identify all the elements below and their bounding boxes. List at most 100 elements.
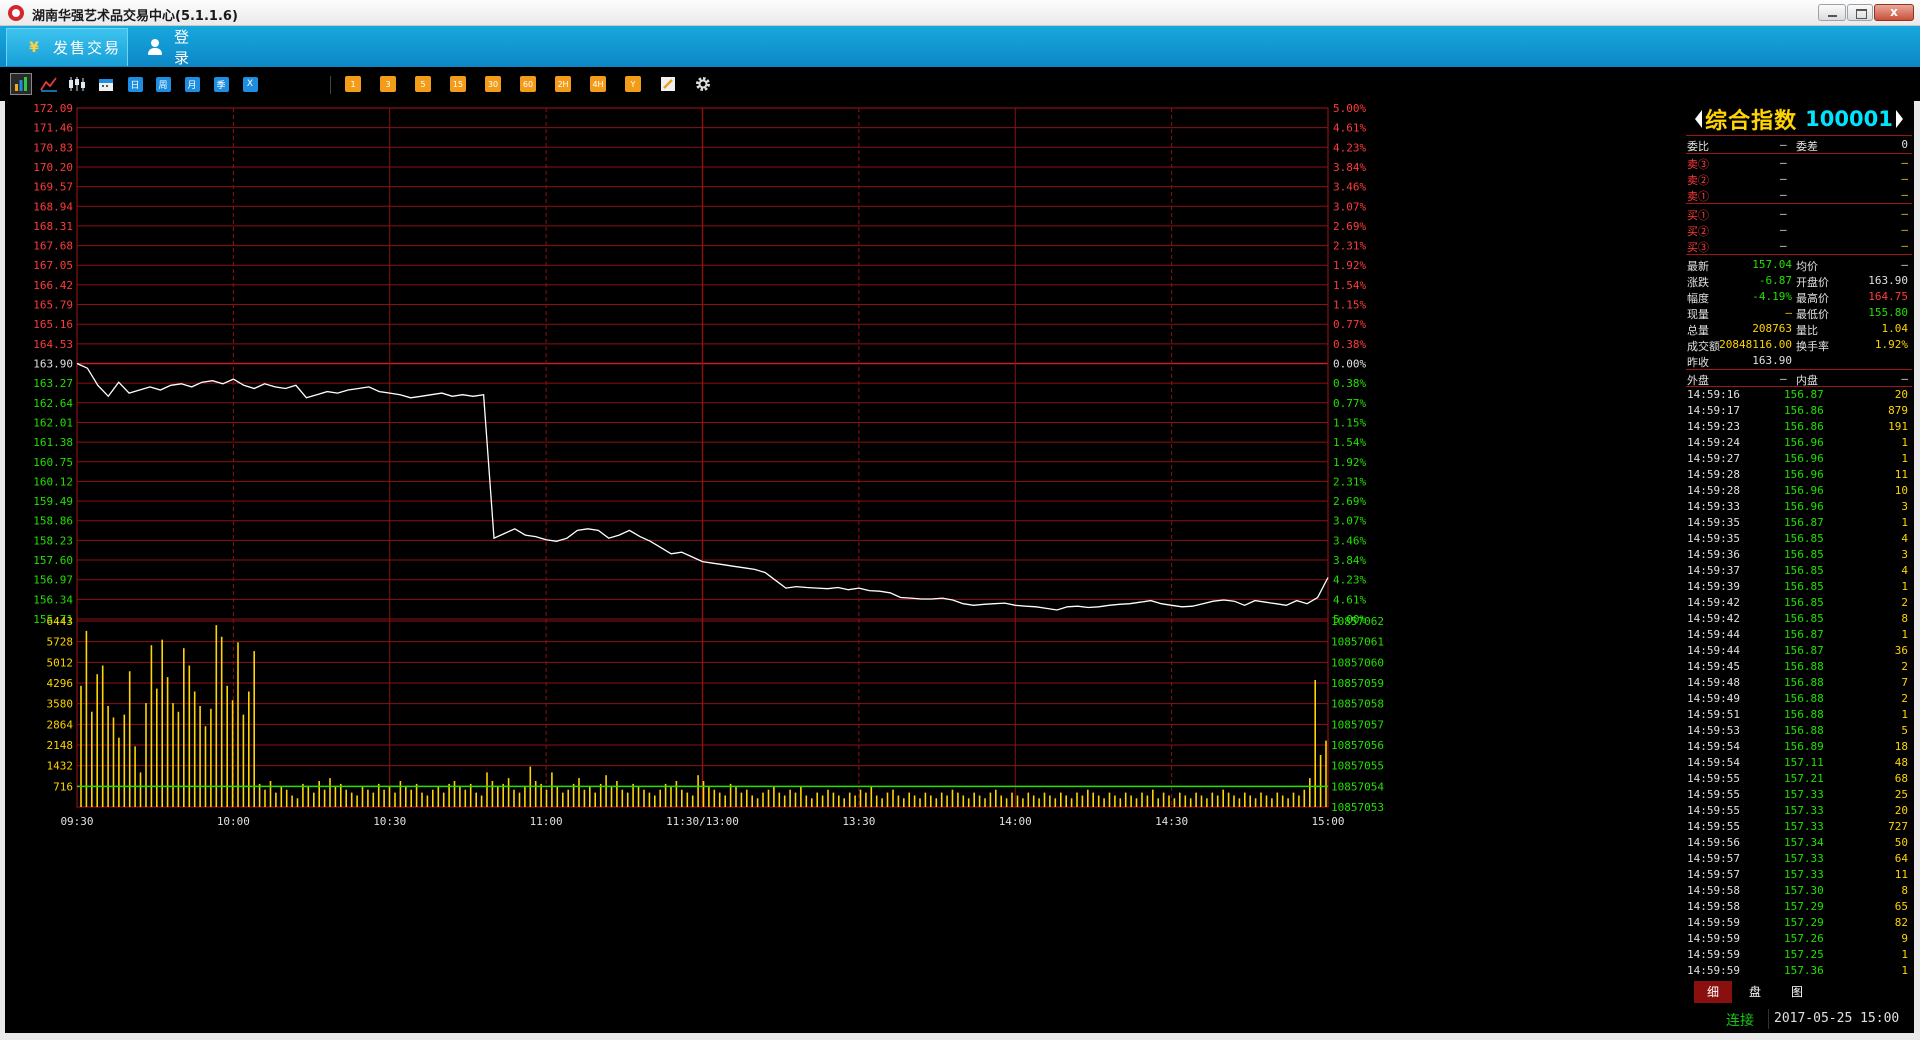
- price-tick-label: 162.64: [33, 397, 73, 410]
- tick-price: 157.33: [1784, 852, 1824, 865]
- period-x-button[interactable]: X: [239, 73, 261, 95]
- period-x-label: X: [242, 76, 258, 92]
- buy-level-label: 买③: [1687, 241, 1709, 254]
- time-tick-label: 14:30: [1155, 815, 1188, 828]
- tick-price: 156.96: [1784, 484, 1824, 497]
- tick-time: 14:59:42: [1687, 612, 1740, 625]
- period-60min-button[interactable]: 60: [517, 73, 539, 95]
- period-30min-button[interactable]: 30: [482, 73, 504, 95]
- window-title: 湖南华强艺术品交易中心(5.1.1.6): [32, 9, 238, 24]
- tick-time: 14:59:39: [1687, 580, 1740, 593]
- quote-stat-row: 总量 208763 量比 1.04: [1684, 320, 1914, 337]
- tick-price: 156.86: [1784, 404, 1824, 417]
- tick-volume: 10: [1894, 484, 1908, 497]
- period-5min-button[interactable]: 5: [412, 73, 434, 95]
- tick-row: 14:59:55 157.33 727: [1684, 819, 1914, 834]
- maximize-button[interactable]: [1847, 4, 1873, 21]
- tick-row: 14:59:28 156.96 10: [1684, 483, 1914, 498]
- bar-chart-view-button[interactable]: [10, 73, 32, 95]
- price-tick-label: 156.97: [33, 574, 73, 587]
- period-2h-button[interactable]: 2H: [552, 73, 574, 95]
- tick-row: 14:59:57 157.33 11: [1684, 867, 1914, 882]
- line-chart-view-button[interactable]: [38, 73, 60, 95]
- period-quarter-button[interactable]: 季: [210, 73, 232, 95]
- instrument-code: 100001: [1805, 107, 1893, 131]
- calendar-icon: [99, 78, 113, 91]
- settings-button[interactable]: [692, 73, 714, 95]
- chart-toolbar: 日 周 月 季 X 1 3 5 15 30 60 2H 4H Y: [0, 67, 1920, 101]
- pencil-icon: [661, 77, 675, 91]
- percent-tick-label: 3.84%: [1333, 161, 1366, 174]
- tick-row: 14:59:23 156.86 191: [1684, 419, 1914, 434]
- period-1min-label: 1: [345, 76, 361, 92]
- percent-tick-label: 1.92%: [1333, 259, 1366, 272]
- percent-tick-label: 2.69%: [1333, 220, 1366, 233]
- tick-volume: 1: [1901, 516, 1908, 529]
- tick-price: 156.88: [1784, 676, 1824, 689]
- quote-stat-row: 最新 157.04 均价 —: [1684, 256, 1914, 273]
- tick-volume: 2: [1901, 692, 1908, 705]
- tick-price: 157.25: [1784, 948, 1824, 961]
- price-tick-label: 167.68: [33, 240, 73, 253]
- close-button[interactable]: x: [1874, 4, 1914, 21]
- tick-price: 156.87: [1784, 516, 1824, 529]
- period-3min-button[interactable]: 3: [377, 73, 399, 95]
- tick-time: 14:59:55: [1687, 804, 1740, 817]
- tick-time: 14:59:24: [1687, 436, 1740, 449]
- buy-level-price: —: [1780, 239, 1787, 252]
- price-tick-label: 166.42: [33, 279, 73, 292]
- tick-volume: 64: [1894, 852, 1908, 865]
- tick-time: 14:59:59: [1687, 964, 1740, 977]
- tick-row: 14:59:49 156.88 2: [1684, 691, 1914, 706]
- tick-time: 14:59:59: [1687, 932, 1740, 945]
- tick-volume: 7: [1901, 676, 1908, 689]
- volume-tick-label: 5012: [47, 656, 74, 669]
- tick-price: 156.88: [1784, 660, 1824, 673]
- tick-volume: 1: [1901, 580, 1908, 593]
- tick-volume: 48: [1894, 756, 1908, 769]
- tick-price: 156.85: [1784, 612, 1824, 625]
- amount-tick-label: 10857054: [1331, 780, 1384, 793]
- period-4h-button[interactable]: 4H: [587, 73, 609, 95]
- panel-tab[interactable]: 盘: [1736, 981, 1774, 1003]
- tick-price: 156.88: [1784, 708, 1824, 721]
- calendar-button[interactable]: [95, 73, 117, 95]
- tab-trade[interactable]: ¥ 发售交易: [6, 28, 128, 66]
- tick-time: 14:59:44: [1687, 628, 1740, 641]
- tick-volume: 50: [1894, 836, 1908, 849]
- tick-price: 156.96: [1784, 452, 1824, 465]
- tick-time: 14:59:36: [1687, 548, 1740, 561]
- tick-row: 14:59:35 156.85 4: [1684, 531, 1914, 546]
- candlestick-view-button[interactable]: [66, 73, 88, 95]
- tick-price: 157.33: [1784, 804, 1824, 817]
- prev-instrument-arrow-icon[interactable]: [1695, 110, 1703, 128]
- tab-login[interactable]: 登 录: [140, 28, 240, 67]
- tick-time: 14:59:37: [1687, 564, 1740, 577]
- period-day-button[interactable]: 日: [124, 73, 146, 95]
- volume-tick-label: 4296: [47, 677, 74, 690]
- next-instrument-arrow-icon[interactable]: [1895, 110, 1903, 128]
- period-day-label: 日: [127, 76, 143, 92]
- panel-tab[interactable]: 图: [1778, 981, 1816, 1003]
- stat-value: 163.90: [1868, 274, 1908, 287]
- period-1min-button[interactable]: 1: [342, 73, 364, 95]
- period-15min-button[interactable]: 15: [447, 73, 469, 95]
- price-tick-label: 170.83: [33, 141, 73, 154]
- tick-volume: 1: [1901, 436, 1908, 449]
- tick-price: 156.87: [1784, 388, 1824, 401]
- draw-tool-button[interactable]: [657, 73, 679, 95]
- tick-row: 14:59:17 156.86 879: [1684, 403, 1914, 418]
- volume-tick-label: 1432: [47, 760, 74, 773]
- panel-tab[interactable]: 细: [1694, 981, 1732, 1003]
- percent-tick-label: 2.31%: [1333, 475, 1366, 488]
- minimize-button[interactable]: [1818, 4, 1846, 21]
- title-bar: 湖南华强艺术品交易中心(5.1.1.6) x: [0, 0, 1920, 26]
- amount-tick-label: 10857062: [1331, 615, 1384, 628]
- period-year-button[interactable]: Y: [622, 73, 644, 95]
- amount-tick-label: 10857061: [1331, 636, 1384, 649]
- tick-price: 156.88: [1784, 724, 1824, 737]
- sell-level-label: 卖①: [1687, 190, 1709, 203]
- period-month-button[interactable]: 月: [181, 73, 203, 95]
- period-week-button[interactable]: 周: [152, 73, 174, 95]
- price-tick-label: 171.46: [33, 122, 73, 135]
